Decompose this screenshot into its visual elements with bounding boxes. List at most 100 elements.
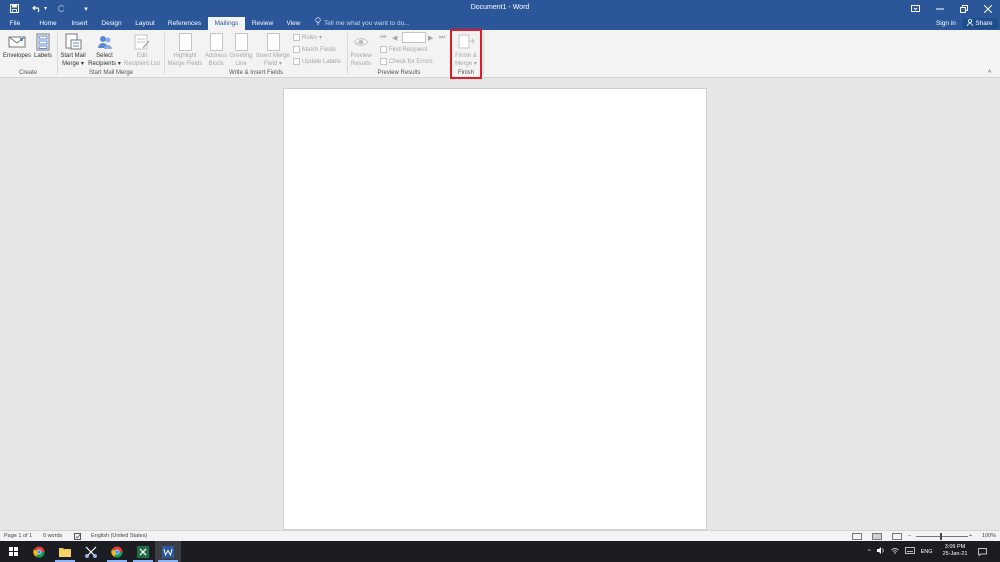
keyboard-icon[interactable]	[904, 547, 915, 556]
share-button[interactable]: Share	[962, 18, 998, 29]
collapse-ribbon-icon[interactable]: ^	[988, 70, 991, 77]
mailings-ribbon: Envelopes Labels Create Start Mail Merge…	[0, 30, 1000, 78]
edit-list-icon	[133, 33, 151, 51]
print-layout-icon[interactable]	[872, 533, 882, 540]
excel-icon[interactable]	[130, 541, 156, 562]
rules-button[interactable]: Rules ▾	[293, 34, 322, 41]
tab-review[interactable]: Review	[250, 17, 275, 30]
previous-record-icon[interactable]: ◀	[392, 34, 397, 42]
lightbulb-icon	[315, 17, 321, 30]
check-errors-button[interactable]: Check for Errors	[380, 58, 433, 65]
taskbar-clock[interactable]: 3:09 PM 25-Jan-21	[938, 544, 972, 558]
start-mail-merge-label-line1: Start Mail	[60, 53, 86, 59]
action-center-icon[interactable]	[972, 541, 992, 562]
sign-in-link[interactable]: Sign in	[936, 17, 956, 30]
zoom-level[interactable]: 100%	[982, 533, 996, 539]
tab-file[interactable]: File	[4, 17, 26, 30]
next-record-icon[interactable]: ▶	[428, 34, 433, 42]
page-count[interactable]: Page 1 of 1	[4, 533, 32, 539]
update-labels-button[interactable]: Update Labels	[293, 58, 341, 65]
zoom-slider-knob[interactable]	[940, 533, 942, 540]
tab-design[interactable]: Design	[98, 17, 125, 30]
minimize-icon[interactable]	[928, 0, 952, 17]
title-bar: ▾ ▾ Document1 - Word	[0, 0, 1000, 17]
preview-label-line1: Preview	[350, 53, 372, 59]
update-labels-icon	[293, 58, 300, 65]
insert-merge-label-line1: Insert Merge	[256, 53, 290, 59]
tab-insert[interactable]: Insert	[67, 17, 92, 30]
input-language[interactable]: ENG	[921, 549, 933, 555]
tab-home[interactable]: Home	[35, 17, 61, 30]
insert-merge-field-button[interactable]: Insert Merge Field ▾	[255, 33, 291, 68]
group-separator	[57, 33, 58, 75]
tell-me-text: Tell me what you want to do...	[324, 20, 410, 27]
match-fields-button[interactable]: Match Fields	[293, 46, 336, 53]
tab-mailings[interactable]: Mailings	[208, 17, 245, 30]
last-record-icon[interactable]: ⏭	[439, 34, 445, 42]
read-mode-icon[interactable]	[852, 533, 862, 540]
preview-results-icon: ABC	[352, 33, 370, 51]
windows-taskbar: ^ ENG 3:09 PM 25-Jan-21	[0, 541, 1000, 562]
first-record-icon[interactable]: ⏮	[380, 34, 386, 42]
greeting-label-line2: Line	[235, 60, 247, 67]
match-fields-label: Match Fields	[302, 46, 337, 53]
word-count[interactable]: 0 words	[43, 533, 62, 539]
close-icon[interactable]	[976, 0, 1000, 17]
select-recipients-button[interactable]: Select Recipients ▾	[88, 33, 121, 68]
start-mail-merge-label-line2: Merge ▾	[62, 60, 84, 67]
status-bar: Page 1 of 1 0 words English (United Stat…	[0, 530, 1000, 541]
select-recipients-label-line1: Select	[96, 53, 113, 59]
language-indicator[interactable]: English (United States)	[91, 533, 147, 539]
document-title: Document1 - Word	[470, 4, 530, 11]
share-label: Share	[975, 20, 993, 27]
envelopes-label: Envelopes	[2, 53, 32, 59]
find-recipient-button[interactable]: Find Recipient	[380, 46, 427, 53]
word-icon[interactable]	[155, 541, 181, 562]
ribbon-tabs: File Home Insert Design Layout Reference…	[0, 17, 1000, 30]
preview-results-group-label: Preview Results	[377, 70, 421, 76]
start-mail-merge-group-label: Start Mail Merge	[88, 70, 133, 76]
address-block-icon	[209, 33, 223, 51]
edit-recipient-label-line2: Recipient List	[123, 60, 161, 67]
chrome-icon-2[interactable]	[104, 541, 130, 562]
tab-layout[interactable]: Layout	[131, 17, 159, 30]
document-page[interactable]	[283, 88, 707, 530]
match-fields-icon	[293, 46, 300, 53]
zoom-out-icon[interactable]: −	[908, 533, 911, 539]
tell-me-box[interactable]: Tell me what you want to do...	[315, 17, 410, 30]
preview-results-button[interactable]: ABC Preview Results	[348, 33, 374, 68]
address-label-line2: Block	[208, 60, 224, 67]
clock-date: 25-Jan-21	[942, 551, 968, 557]
clock-time: 3:09 PM	[944, 544, 966, 550]
highlight-merge-fields-button[interactable]: Highlight Merge Fields	[166, 33, 204, 68]
select-recipients-label-line2: Recipients ▾	[88, 60, 121, 67]
insert-merge-label-line2: Field ▾	[264, 60, 282, 67]
person-icon	[967, 18, 974, 28]
edit-recipient-label-line1: Edit	[136, 53, 148, 59]
snipping-tool-icon[interactable]	[78, 541, 104, 562]
tab-view[interactable]: View	[283, 17, 304, 30]
update-labels-label: Update Labels	[302, 58, 341, 65]
restore-icon[interactable]	[952, 0, 976, 17]
edit-recipient-list-button[interactable]: Edit Recipient List	[122, 33, 162, 68]
tab-references[interactable]: References	[166, 17, 203, 30]
ribbon-display-icon[interactable]	[903, 0, 927, 17]
show-hidden-icons-icon[interactable]: ^	[868, 549, 871, 555]
wifi-icon[interactable]	[890, 547, 899, 556]
chrome-icon[interactable]	[26, 541, 52, 562]
zoom-in-icon[interactable]: +	[969, 533, 972, 539]
address-block-button[interactable]: Address Block	[204, 33, 228, 68]
zoom-slider-track[interactable]	[916, 536, 968, 537]
envelopes-button[interactable]: Envelopes	[3, 33, 31, 61]
svg-text:ABC: ABC	[356, 40, 364, 45]
volume-icon[interactable]	[876, 547, 885, 556]
labels-button[interactable]: Labels	[33, 33, 53, 61]
greeting-line-button[interactable]: Greeting Line	[228, 33, 254, 68]
file-explorer-icon[interactable]	[52, 541, 78, 562]
windows-start-icon[interactable]	[0, 541, 26, 562]
start-mail-merge-button[interactable]: Start Mail Merge ▾	[59, 33, 87, 68]
record-number-input[interactable]	[402, 32, 426, 43]
greeting-label-line1: Greeting	[229, 53, 253, 59]
check-errors-icon	[380, 58, 387, 65]
web-layout-icon[interactable]	[892, 533, 902, 540]
